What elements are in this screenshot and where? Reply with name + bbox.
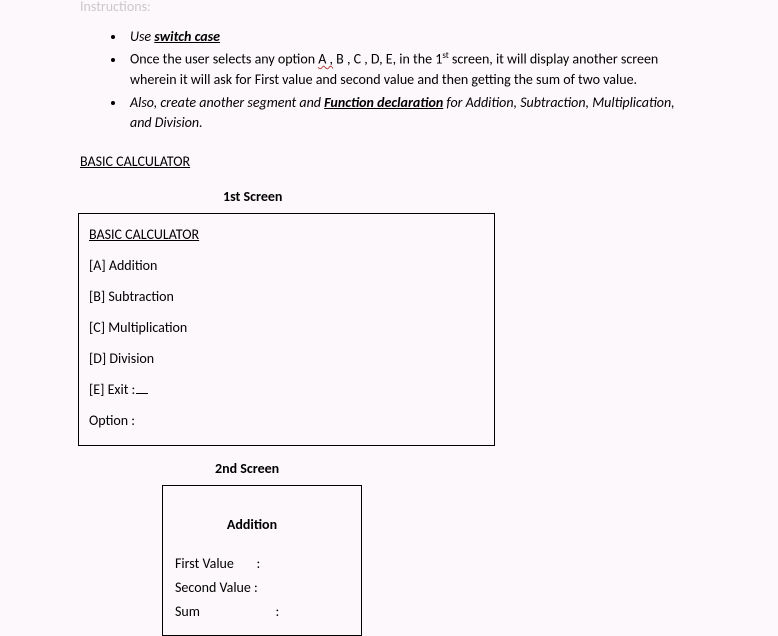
bullet-text: B , C , D, E, in the 1 [333,51,442,68]
exit-text: [E] Exit : [89,381,135,398]
list-item: Also, create another segment and Functio… [126,93,698,134]
box1-option-a: [A] Addition [89,255,484,276]
bullet-text: Once the user selects any option [130,51,318,68]
list-item: Once the user selects any option A , B ,… [126,49,698,90]
box1-option-d: [D] Division [89,348,484,369]
box1-option-prompt: Option : [89,410,484,431]
second-screen-label: 2nd Screen [215,458,698,479]
box1-title: BASIC CALCULATOR [89,224,484,245]
box1-option-b: [B] Subtraction [89,286,484,307]
list-item: Use switch case [126,27,698,47]
box2-title: Addition [155,514,349,535]
keyword-switch-case: switch case [154,28,220,45]
cursor-underline [136,393,148,394]
bullet-text: Also, create another segment and [130,94,324,111]
bullet-text: Use [130,28,154,45]
second-screen-mock: Addition First Value : Second Value : Su… [162,485,362,636]
box1-option-c: [C] Multiplication [89,317,484,338]
wavy-text: A , [318,51,333,68]
box1-option-e: [E] Exit : [89,379,484,400]
first-screen-label: 1st Screen [223,186,698,207]
first-screen-mock: BASIC CALCULATOR [A] Addition [B] Subtra… [78,213,495,446]
box2-first-value: First Value : [175,553,349,574]
instructions-heading: Instructions: [80,0,698,17]
instruction-list: Use switch case Once the user selects an… [126,27,698,133]
keyword-function-declaration: Function declaration [324,94,443,111]
section-title-basic-calculator: BASIC CALCULATOR [80,151,698,172]
box2-sum: Sum : [175,601,349,622]
